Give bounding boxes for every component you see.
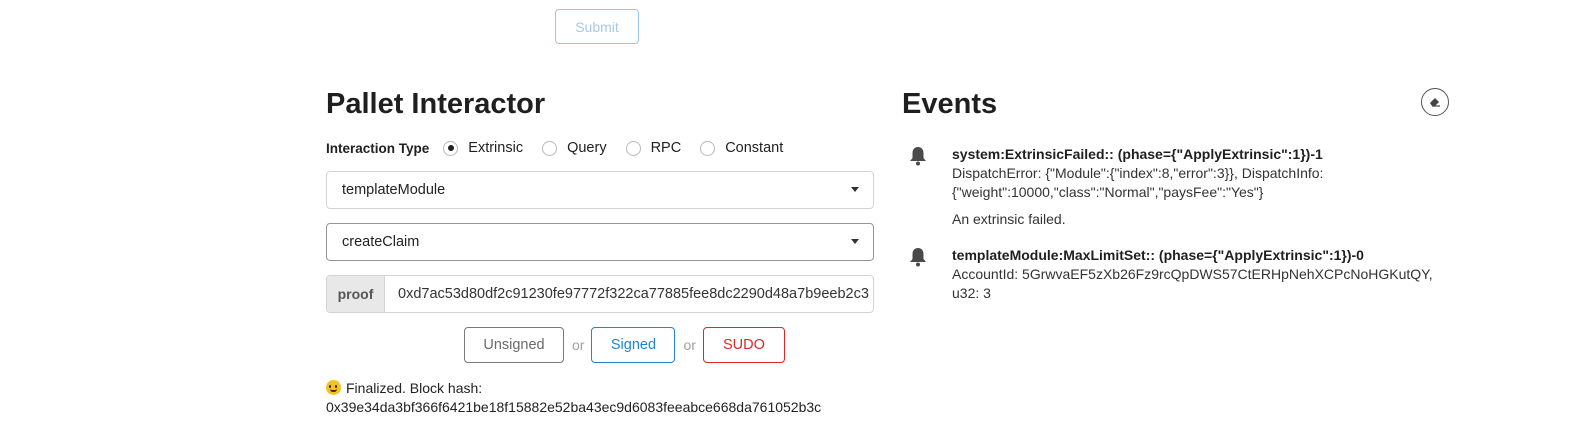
- interaction-type-label: Interaction Type: [326, 140, 430, 156]
- event-detail: u32: 3: [952, 285, 991, 301]
- radio-rpc[interactable]: RPC: [625, 140, 682, 156]
- radio-dot-extrinsic[interactable]: [443, 140, 459, 156]
- unsigned-button[interactable]: Unsigned: [464, 327, 564, 363]
- transaction-status: Finalized. Block hash: 0x39e34da3bf366f6…: [326, 379, 821, 417]
- submit-button-group: Unsigned or Signed or SUDO: [464, 327, 785, 363]
- event-detail: {"weight":10000,"class":"Normal","paysFe…: [952, 184, 1264, 200]
- interaction-type-group: Interaction Type Extrinsic Query RPC Con…: [326, 138, 802, 158]
- pallet-dropdown-value: templateModule: [342, 182, 446, 198]
- signed-button[interactable]: Signed: [591, 327, 676, 363]
- sudo-button[interactable]: SUDO: [702, 327, 785, 363]
- bell-icon: [910, 147, 926, 166]
- smile-emoji-icon: [326, 380, 341, 395]
- event-description: An extrinsic failed.: [952, 211, 1066, 227]
- radio-query-label: Query: [567, 140, 607, 156]
- radio-rpc-label: RPC: [650, 140, 682, 156]
- status-text: Finalized. Block hash:: [346, 380, 483, 396]
- event-detail: AccountId: 5GrwvaEF5zXb26Fz9rcQpDWS57CtE…: [952, 266, 1433, 282]
- pallet-dropdown[interactable]: templateModule: [326, 171, 874, 209]
- radio-extrinsic-label: Extrinsic: [468, 140, 524, 156]
- proof-input[interactable]: 0xd7ac53d80df2c91230fe97772f322ca77885fe…: [385, 276, 873, 312]
- radio-dot-constant[interactable]: [700, 140, 716, 156]
- radio-query[interactable]: Query: [542, 140, 607, 156]
- radio-constant[interactable]: Constant: [700, 140, 783, 156]
- proof-label: proof: [327, 276, 385, 312]
- callable-dropdown-value: createClaim: [342, 234, 420, 250]
- submit-button[interactable]: Submit: [555, 9, 639, 44]
- radio-constant-label: Constant: [725, 140, 784, 156]
- event-header: system:ExtrinsicFailed:: (phase={"ApplyE…: [952, 146, 1323, 162]
- dropdown-caret-icon: [851, 239, 859, 244]
- or-separator: or: [683, 337, 696, 353]
- radio-extrinsic[interactable]: Extrinsic: [443, 140, 523, 156]
- eraser-icon: [1430, 98, 1440, 107]
- dropdown-caret-icon: [851, 187, 859, 192]
- or-separator: or: [572, 337, 585, 353]
- bell-icon: [910, 248, 926, 267]
- radio-dot-query[interactable]: [542, 140, 558, 156]
- clear-events-button[interactable]: [1421, 88, 1449, 116]
- block-hash: 0x39e34da3bf366f6421be18f15882e52ba43ec9…: [326, 399, 822, 415]
- callable-dropdown[interactable]: createClaim: [326, 223, 874, 261]
- radio-dot-rpc[interactable]: [625, 140, 641, 156]
- event-detail: DispatchError: {"Module":{"index":8,"err…: [952, 165, 1324, 181]
- event-header: templateModule:MaxLimitSet:: (phase={"Ap…: [952, 247, 1364, 263]
- pallet-interactor-title: Pallet Interactor: [326, 88, 546, 120]
- events-title: Events: [902, 88, 998, 120]
- proof-input-group: proof 0xd7ac53d80df2c91230fe97772f322ca7…: [326, 275, 874, 313]
